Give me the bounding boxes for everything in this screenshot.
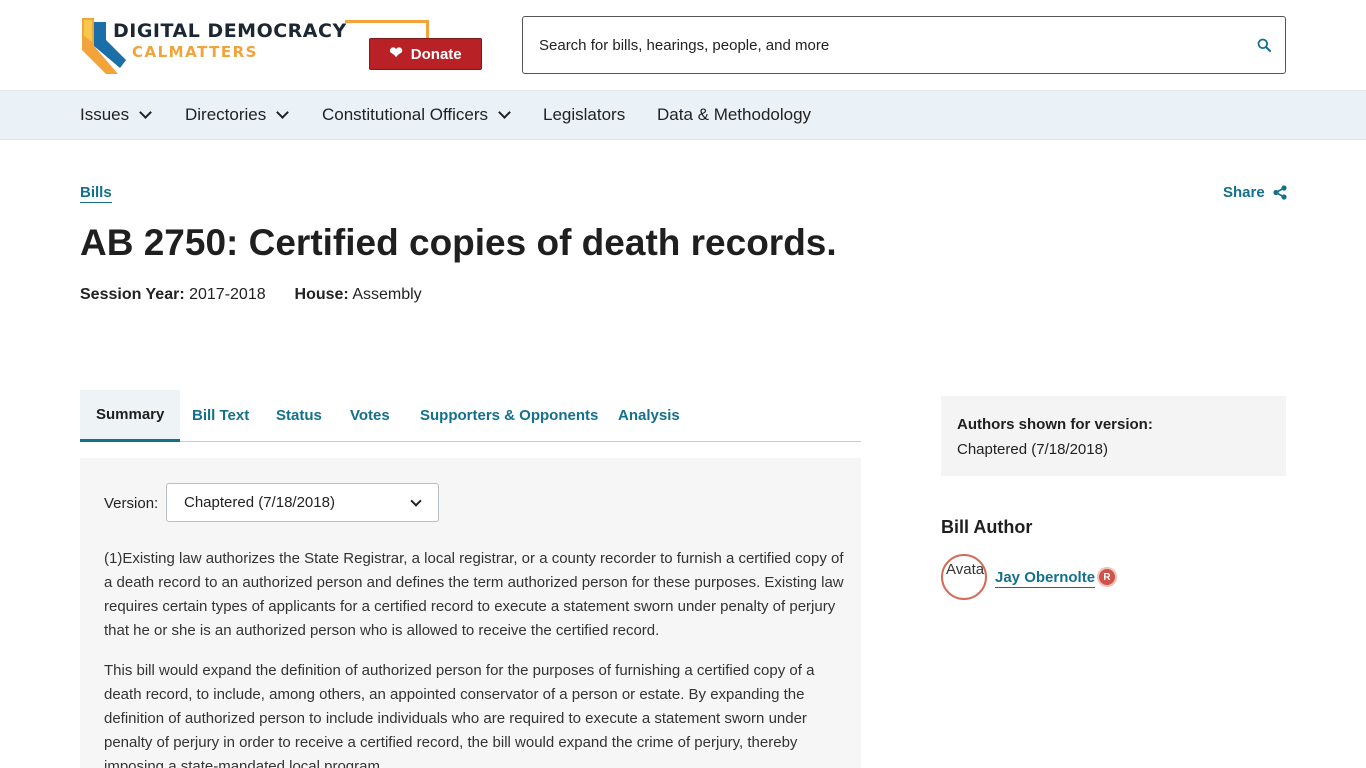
- version-selected-value: Chaptered (7/18/2018): [184, 494, 335, 511]
- nav-directories[interactable]: Directories: [185, 91, 290, 139]
- house-label: House:: [294, 286, 349, 303]
- share-label: Share: [1223, 184, 1265, 201]
- tab-votes[interactable]: Votes: [334, 390, 406, 441]
- heart-icon: ❤: [389, 45, 403, 62]
- nav-data-methodology-label: Data & Methodology: [657, 105, 812, 124]
- party-badge: R: [1097, 567, 1117, 587]
- house-value: Assembly: [352, 286, 422, 303]
- bill-author-heading: Bill Author: [941, 517, 1033, 537]
- nav-data-methodology[interactable]: Data & Methodology: [657, 91, 811, 139]
- share-icon: [1273, 185, 1287, 200]
- summary-panel: Version: Chaptered (7/18/2018) (1)Existi…: [80, 458, 861, 768]
- authors-version-box: Authors shown for version: Chaptered (7/…: [941, 396, 1286, 476]
- nav-constitutional-officers-label: Constitutional Officers: [322, 105, 488, 124]
- breadcrumb-bills[interactable]: Bills: [80, 184, 112, 203]
- bill-meta: Session Year: 2017-2018 House: Assembly: [80, 286, 422, 304]
- tab-bill-text[interactable]: Bill Text: [176, 390, 265, 441]
- share-button[interactable]: Share: [1223, 184, 1287, 201]
- version-label: Version:: [104, 495, 159, 512]
- session-year-label: Session Year:: [80, 286, 185, 303]
- nav-issues-label: Issues: [80, 105, 130, 124]
- nav-legislators-label: Legislators: [543, 105, 626, 124]
- search-icon[interactable]: [1257, 38, 1271, 52]
- page-title: AB 2750: Certified copies of death recor…: [80, 222, 837, 263]
- authors-version-title: Authors shown for version:: [957, 416, 1153, 433]
- version-select[interactable]: Chaptered (7/18/2018): [166, 483, 439, 522]
- chevron-down-icon: [139, 106, 153, 119]
- tab-supporters-opponents[interactable]: Supporters & Opponents: [404, 390, 614, 441]
- logo-line2: CALMATTERS: [132, 43, 258, 61]
- site-header: DIGITAL DEMOCRACY CALMATTERS ❤ Donate: [0, 0, 1366, 90]
- nav-issues[interactable]: Issues: [80, 91, 153, 139]
- bill-tabs: Summary Bill Text Status Votes Supporter…: [80, 390, 861, 442]
- donate-button[interactable]: ❤ Donate: [369, 38, 482, 70]
- tab-analysis[interactable]: Analysis: [602, 390, 696, 441]
- search-input[interactable]: [539, 17, 1239, 73]
- donate-label: Donate: [410, 45, 462, 63]
- tab-summary[interactable]: Summary: [80, 390, 181, 442]
- main-nav: Issues Directories Constitutional Office…: [0, 90, 1366, 140]
- logo-line1: DIGITAL DEMOCRACY: [113, 20, 347, 42]
- session-year-value: 2017-2018: [189, 286, 266, 303]
- authors-version-value: Chaptered (7/18/2018): [957, 441, 1108, 458]
- nav-constitutional-officers[interactable]: Constitutional Officers: [322, 91, 511, 139]
- chevron-down-icon: [276, 106, 290, 119]
- nav-directories-label: Directories: [185, 105, 267, 124]
- summary-paragraph: (1)Existing law authorizes the State Reg…: [104, 550, 844, 639]
- author-link[interactable]: Jay Obernolte: [995, 569, 1096, 588]
- avatar[interactable]: Avatar: [941, 554, 987, 600]
- chevron-down-icon: [410, 495, 422, 507]
- summary-paragraph: This bill would expand the definition of…: [104, 662, 815, 768]
- chevron-down-icon: [498, 106, 511, 119]
- nav-legislators[interactable]: Legislators: [543, 91, 625, 139]
- site-logo[interactable]: DIGITAL DEMOCRACY CALMATTERS: [80, 16, 346, 74]
- search-box[interactable]: [522, 16, 1286, 74]
- tab-status[interactable]: Status: [260, 390, 338, 441]
- avatar-alt-text: Avatar: [946, 561, 987, 578]
